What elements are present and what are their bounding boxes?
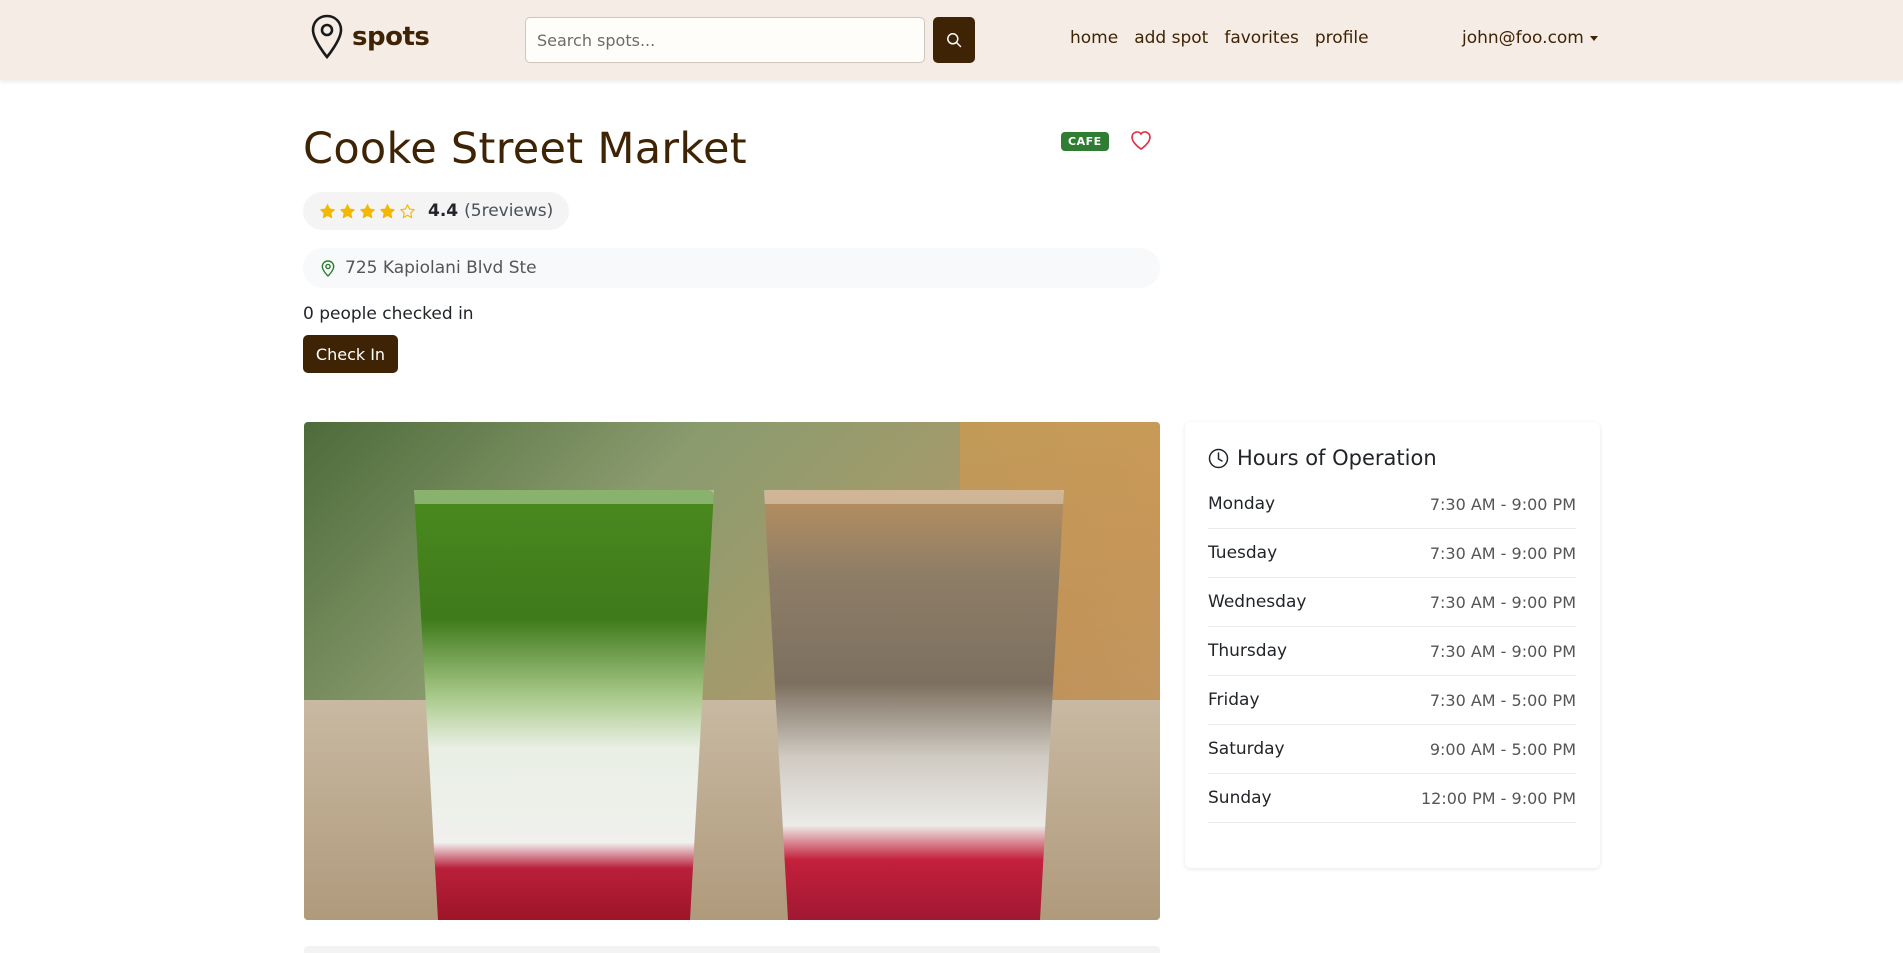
hours-row: Sunday 12:00 PM - 9:00 PM [1208, 774, 1576, 823]
nav-link-profile[interactable]: profile [1315, 28, 1369, 48]
hours-day: Tuesday [1208, 543, 1278, 563]
spot-photo [304, 422, 1160, 920]
address-text: 725 Kapiolani Blvd Ste [345, 258, 537, 278]
nav-link-home[interactable]: home [1070, 28, 1118, 48]
hours-title-text: Hours of Operation [1237, 446, 1437, 470]
navbar: spots home add spot favorites profile jo… [0, 0, 1903, 80]
hours-title: Hours of Operation [1208, 446, 1576, 470]
heart-icon [1131, 130, 1151, 150]
hours-time: 7:30 AM - 9:00 PM [1429, 592, 1576, 612]
nav-link-favorites[interactable]: favorites [1224, 28, 1299, 48]
clock-icon [1208, 448, 1229, 468]
hours-day: Sunday [1208, 788, 1272, 808]
user-email: john@foo.com [1462, 28, 1584, 48]
address-box: 725 Kapiolani Blvd Ste [303, 248, 1160, 288]
rating-value: 4.4 [428, 201, 459, 221]
hours-time: 12:00 PM - 9:00 PM [1420, 788, 1576, 808]
favorite-button[interactable] [1128, 128, 1154, 154]
hours-list: Monday 7:30 AM - 9:00 PM Tuesday 7:30 AM -… [1208, 480, 1576, 823]
rating-summary: 4.4 (5reviews) [303, 192, 570, 230]
hours-day: Monday [1208, 494, 1276, 514]
photo-cup-matcha [414, 490, 714, 920]
next-card-edge [304, 946, 1160, 953]
star-filled-icon [380, 203, 395, 218]
review-count: (5reviews) [464, 201, 554, 221]
hours-row: Friday 7:30 AM - 5:00 PM [1208, 676, 1576, 725]
photo-cup-latte [764, 490, 1064, 920]
brand-name: spots [352, 22, 430, 52]
hours-day: Thursday [1208, 641, 1288, 661]
star-filled-icon [340, 203, 355, 218]
user-menu-dropdown[interactable]: john@foo.com [1462, 28, 1598, 48]
hours-card: Hours of Operation Monday 7:30 AM - 9:00 … [1185, 422, 1600, 868]
location-pin-icon [321, 259, 335, 277]
hours-time: 7:30 AM - 9:00 PM [1429, 494, 1576, 514]
brand-link[interactable]: spots [310, 14, 430, 60]
hours-row: Saturday 9:00 AM - 5:00 PM [1208, 725, 1576, 774]
hours-row: Wednesday 7:30 AM - 9:00 PM [1208, 578, 1576, 627]
hours-row: Thursday 7:30 AM - 9:00 PM [1208, 627, 1576, 676]
category-badge: CAFE [1061, 132, 1109, 151]
search-icon [947, 33, 962, 48]
hours-time: 7:30 AM - 5:00 PM [1429, 690, 1576, 710]
chevron-down-icon [1589, 35, 1598, 41]
star-filled-icon [320, 203, 335, 218]
hours-time: 7:30 AM - 9:00 PM [1429, 543, 1576, 563]
star-rating [319, 203, 416, 220]
hours-row: Tuesday 7:30 AM - 9:00 PM [1208, 529, 1576, 578]
hours-day: Wednesday [1208, 592, 1307, 612]
star-filled-icon [360, 203, 375, 218]
search-button[interactable] [933, 17, 975, 63]
map-pin-icon [311, 14, 343, 60]
hours-time: 7:30 AM - 9:00 PM [1429, 641, 1576, 661]
hours-day: Saturday [1208, 739, 1285, 759]
search-input[interactable] [525, 17, 925, 63]
nav-link-add-spot[interactable]: add spot [1134, 28, 1208, 48]
check-in-button[interactable]: Check In [303, 335, 398, 373]
checkin-count: 0 people checked in [303, 304, 474, 324]
hours-time: 9:00 AM - 5:00 PM [1429, 739, 1576, 759]
nav-links: home add spot favorites profile [1070, 28, 1369, 48]
page-title: Cooke Street Market [303, 124, 747, 174]
hours-day: Friday [1208, 690, 1260, 710]
hours-row: Monday 7:30 AM - 9:00 PM [1208, 480, 1576, 529]
star-empty-icon [400, 203, 415, 218]
